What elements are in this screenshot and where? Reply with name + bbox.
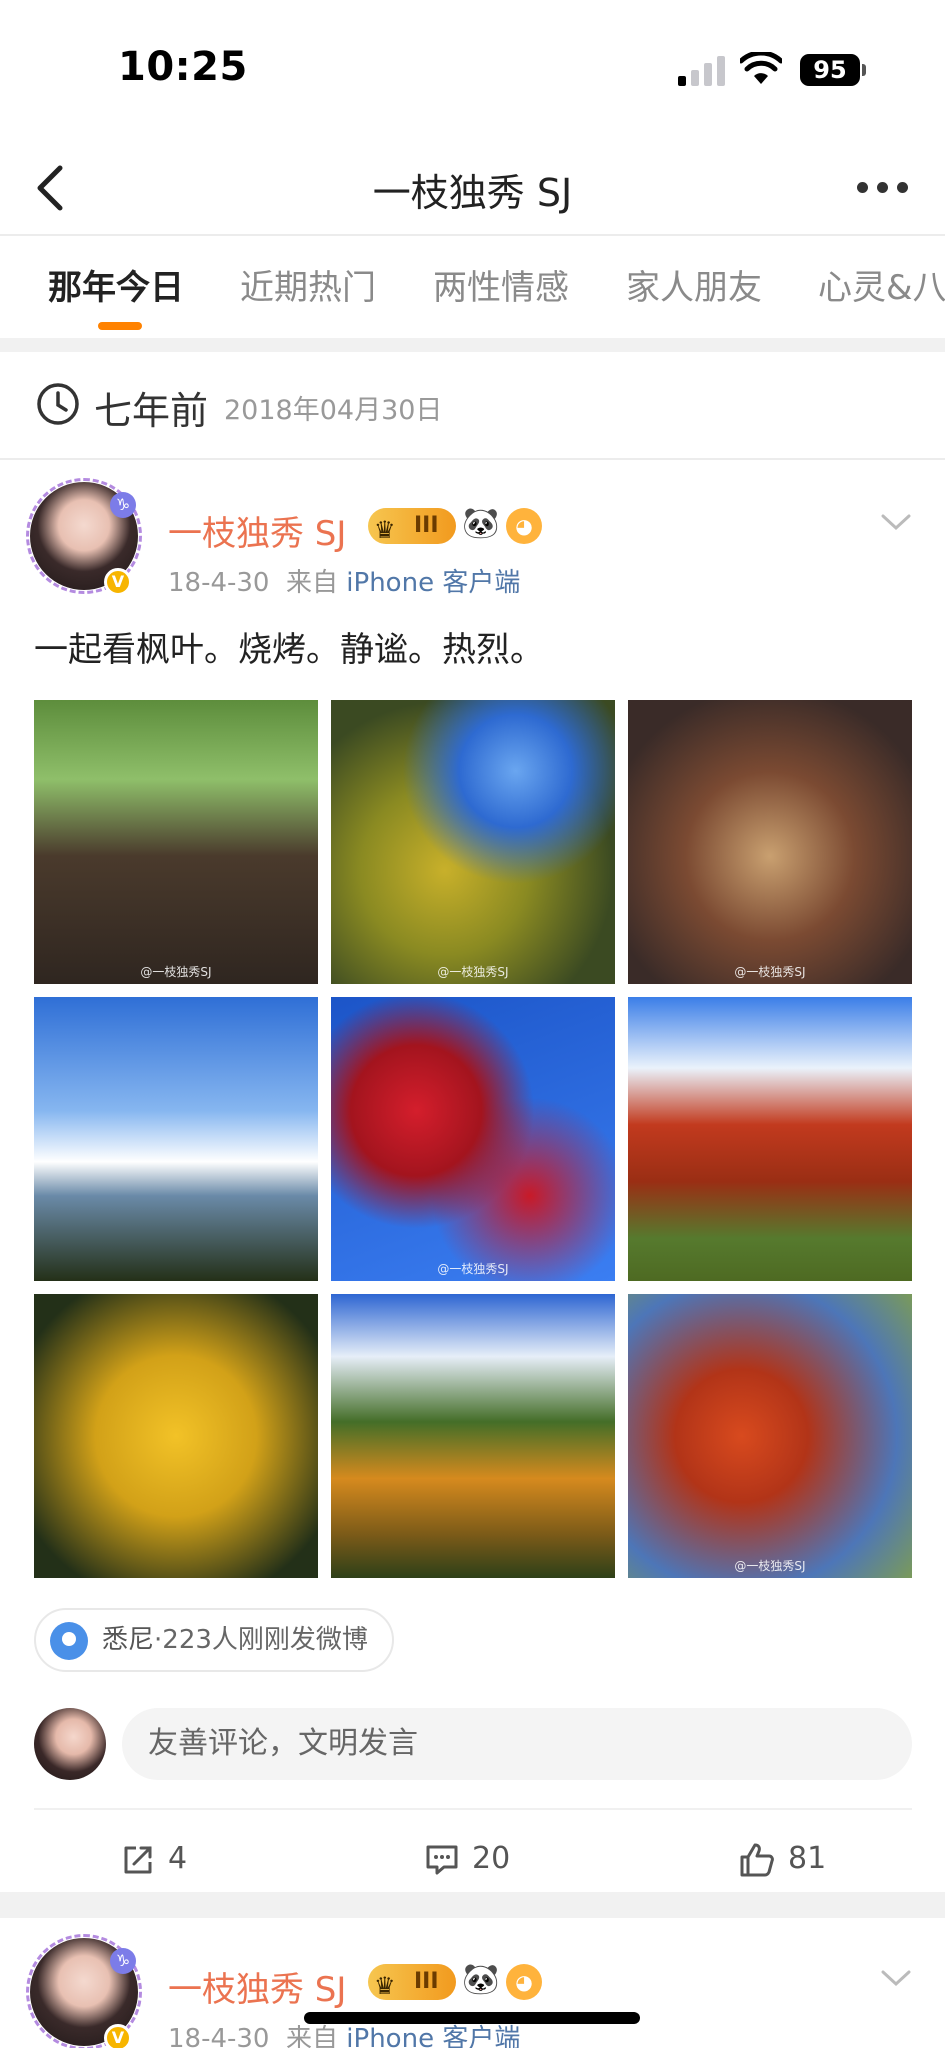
repost-button[interactable]: 4 <box>120 1834 187 1884</box>
zodiac-icon: ♑ <box>110 1948 136 1974</box>
category-tabs: 那年今日 近期热门 两性情感 家人朋友 心灵&八 <box>0 238 945 338</box>
post-text: 一起看枫叶。烧烤。静谧。热烈。 <box>34 630 544 670</box>
fish-badge-icon: ◕ <box>506 1964 542 2000</box>
member-level: III <box>414 513 439 538</box>
wifi-icon <box>740 52 782 84</box>
author-name[interactable]: 一枝独秀 SJ <box>168 506 346 555</box>
comment-icon <box>426 1845 458 1874</box>
zodiac-icon: ♑ <box>110 492 136 518</box>
battery-tip <box>862 64 866 76</box>
post-meta: 18-4-30 来自 iPhone 客户端 <box>168 562 520 599</box>
panda-icon: 🐼 <box>462 1962 500 1997</box>
photo-autumn-forest[interactable] <box>331 1294 615 1578</box>
photo-watermark: @一枝独秀SJ <box>437 965 509 979</box>
photo-watermark: @一枝独秀SJ <box>140 965 212 979</box>
repost-count: 4 <box>168 1841 188 1876</box>
panda-icon: 🐼 <box>462 506 500 541</box>
status-bar: 10:25 95 <box>0 0 945 140</box>
signal-icon <box>678 56 726 86</box>
nav-bar: 一枝独秀 SJ <box>0 140 945 236</box>
member-badge[interactable]: ♛ III <box>368 508 456 544</box>
photo-bbq-grill[interactable]: @一枝独秀SJ <box>628 700 912 984</box>
active-tab-indicator <box>98 322 142 330</box>
photo-watermark: @一枝独秀SJ <box>734 965 806 979</box>
repost-icon <box>124 1846 152 1873</box>
photo-tall-trees-sky[interactable] <box>34 997 318 1281</box>
location-city: 悉尼 <box>102 1625 155 1655</box>
comment-count: 20 <box>472 1841 511 1876</box>
location-icon <box>50 1622 88 1660</box>
verified-icon: V <box>104 2024 132 2048</box>
location-info: ·223人刚刚发微博 <box>154 1625 368 1655</box>
comment-input[interactable]: 友善评论，文明发言 <box>122 1708 912 1780</box>
fish-badge-icon: ◕ <box>506 508 542 544</box>
post-date: 18-4-30 <box>168 568 270 598</box>
tab-soul[interactable]: 心灵&八 <box>818 260 945 309</box>
status-time: 10:25 <box>118 44 248 90</box>
more-icon[interactable] <box>855 178 915 198</box>
verified-icon: V <box>104 568 132 596</box>
photo-watermark: @一枝独秀SJ <box>437 1262 509 1276</box>
weibo-post-next: ♑ V 一枝独秀 SJ ♛ III 🐼 ◕ 18-4-30 来自 iPhone … <box>0 1918 945 2048</box>
post-date: 18-4-30 <box>168 2024 270 2048</box>
photo-watermark: @一枝独秀SJ <box>734 1559 806 1573</box>
page-title: 一枝独秀 SJ <box>372 171 573 215</box>
relative-time: 七年前 <box>94 389 209 433</box>
tab-relationships[interactable]: 两性情感 <box>433 260 569 309</box>
member-badge[interactable]: ♛ III <box>368 1964 456 2000</box>
home-indicator[interactable] <box>304 2012 640 2024</box>
author-name[interactable]: 一枝独秀 SJ <box>168 1962 346 2011</box>
header-date: 2018年04月30日 <box>224 395 443 426</box>
source-prefix: 来自 <box>286 568 339 598</box>
action-divider <box>34 1808 912 1810</box>
photo-yellow-maple-canopy[interactable] <box>34 1294 318 1578</box>
like-count: 81 <box>788 1841 827 1876</box>
post-separator <box>0 1892 945 1918</box>
battery-indicator: 95 <box>800 54 860 86</box>
my-avatar <box>34 1708 106 1780</box>
tab-recent-hot[interactable]: 近期热门 <box>240 260 376 309</box>
photo-red-maple-trees[interactable] <box>628 997 912 1281</box>
tab-family-friends[interactable]: 家人朋友 <box>626 260 762 309</box>
photo-yellow-leaves-reflection[interactable]: @一枝独秀SJ <box>331 700 615 984</box>
like-icon <box>740 1843 774 1876</box>
photo-grid: @一枝独秀SJ @一枝独秀SJ @一枝独秀SJ @一枝独秀SJ @一枝独秀SJ <box>34 700 912 1584</box>
photo-red-leaf-closeup[interactable]: @一枝独秀SJ <box>628 1294 912 1578</box>
time-header: 七年前 2018年04月30日 <box>0 352 945 460</box>
source-client[interactable]: iPhone 客户端 <box>346 568 520 598</box>
comment-button[interactable]: 20 <box>424 1834 510 1884</box>
weibo-post: ♑ V 一枝独秀 SJ ♛ III 🐼 ◕ 18-4-30 来自 iPhone … <box>0 462 945 1892</box>
photo-red-leaves-blue-sky[interactable]: @一枝独秀SJ <box>331 997 615 1281</box>
location-tag[interactable]: 悉尼·223人刚刚发微博 <box>34 1608 394 1672</box>
section-divider <box>0 338 945 352</box>
source-prefix: 来自 <box>286 2024 339 2048</box>
chevron-down-icon[interactable] <box>880 1968 912 1988</box>
crown-icon: ♛ <box>374 516 396 544</box>
like-button[interactable]: 81 <box>738 1834 826 1884</box>
photo-coffee-cups[interactable]: @一枝独秀SJ <box>34 700 318 984</box>
clock-icon <box>37 383 79 425</box>
member-level: III <box>414 1969 439 1994</box>
source-client[interactable]: iPhone 客户端 <box>346 2024 520 2048</box>
crown-icon: ♛ <box>374 1972 396 2000</box>
tab-on-this-day[interactable]: 那年今日 <box>48 260 184 309</box>
chevron-down-icon[interactable] <box>880 512 912 532</box>
